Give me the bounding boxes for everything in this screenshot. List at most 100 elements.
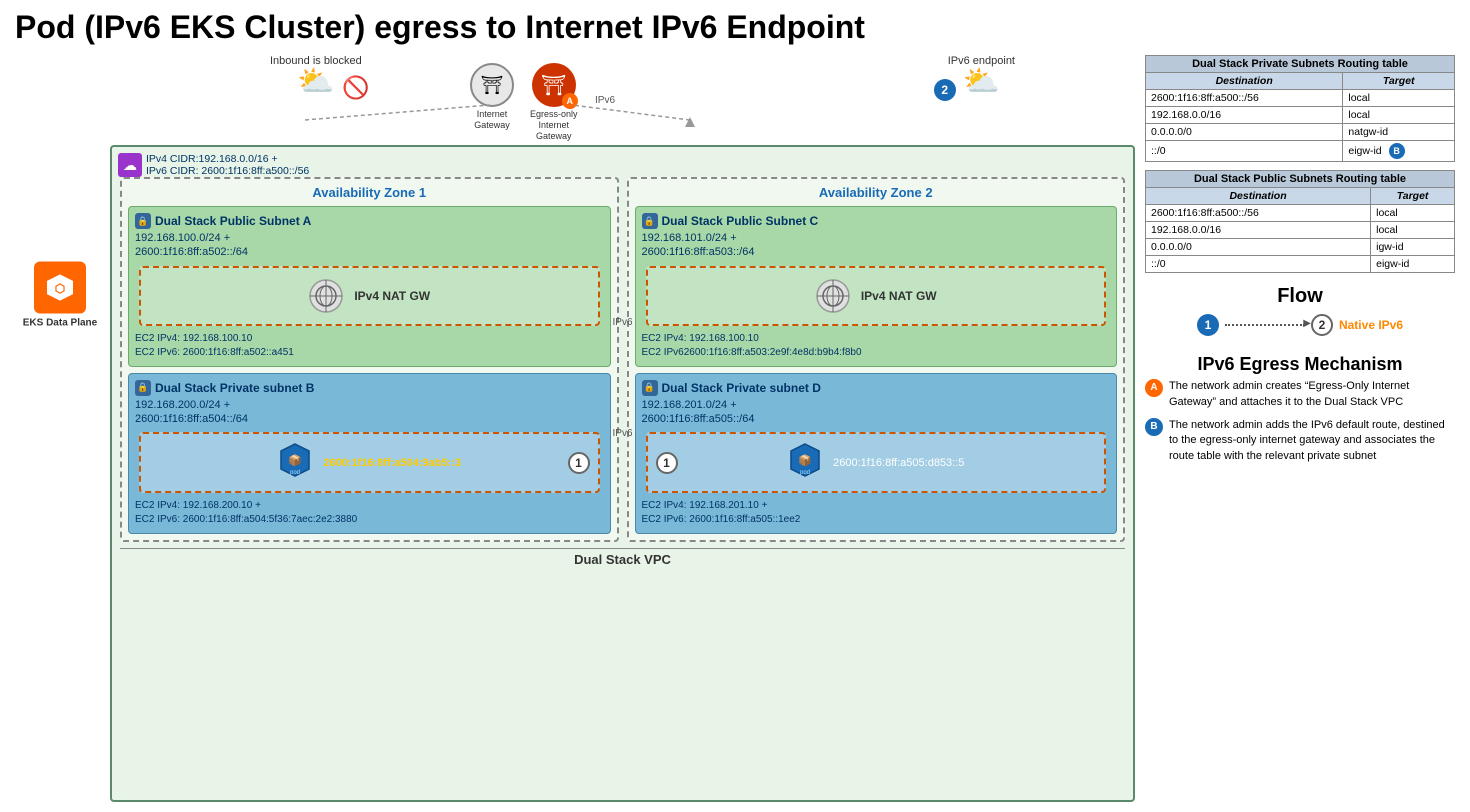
mechanism-item-a: A The network admin creates “Egress-Only… — [1145, 379, 1455, 410]
vpc-bottom-label: Dual Stack VPC — [120, 548, 1125, 567]
public-rt-row-0: 2600:1f16:8ff:a500::/56 local — [1146, 205, 1455, 222]
vpc-icon: ☁ — [118, 153, 142, 177]
ec2-public-c: EC2 IPv4: 192.168.100.10 EC2 IPv62600:1f… — [642, 332, 1111, 360]
eigw-label: Egress-onlyInternetGateway — [530, 109, 578, 141]
pod-ipv6-d: 2600:1f16:8ff:a505:d853::5 — [833, 457, 964, 469]
subnet-b-cidr: 192.168.200.0/24 + 2600:1f16:8ff:a504::/… — [135, 398, 604, 427]
nat-gw-label-a: IPv4 NAT GW — [354, 289, 430, 303]
vpc-ipv4: IPv4 CIDR:192.168.0.0/16 + — [146, 153, 309, 165]
private-rt-row-1: 192.168.0.0/16 local — [1146, 107, 1455, 124]
private-rt-row-2: 0.0.0.0/0 natgw-id — [1146, 124, 1455, 141]
page-title: Pod (IPv6 EKS Cluster) egress to Interne… — [15, 10, 1455, 45]
cloud-icon-left: ⛅ — [297, 67, 334, 97]
subnet-d-header: 🔒 Dual Stack Private subnet D — [642, 380, 1111, 396]
flow-step2: 2 — [1311, 314, 1333, 336]
router-svg-c — [815, 278, 851, 314]
subnet-a-name: Dual Stack Public Subnet A — [155, 214, 311, 228]
block-icon: 🚫 — [342, 75, 369, 101]
subnet-c-name: Dual Stack Public Subnet C — [662, 214, 819, 228]
lock-icon-b: 🔒 — [135, 380, 151, 396]
mechanism-text-a: The network admin creates “Egress-Only I… — [1169, 379, 1455, 410]
az1: Availability Zone 1 🔒 Dual Stack Public … — [120, 177, 619, 542]
subnet-a-header: 🔒 Dual Stack Public Subnet A — [135, 213, 604, 229]
router-svg-a — [308, 278, 344, 314]
flow-title: Flow — [1145, 285, 1455, 308]
vpc-box: ☁ IPv4 CIDR:192.168.0.0/16 + IPv6 CIDR: … — [110, 145, 1135, 802]
eks-data-plane: ⬡ EKS Data Plane — [15, 262, 105, 329]
inbound-cloud: Inbound is blocked ⛅ 🚫 — [270, 55, 362, 97]
subnet-a-cidr: 192.168.100.0/24 + 2600:1f16:8ff:a502::/… — [135, 231, 604, 260]
ipv6-top-label: IPv6 — [595, 95, 615, 106]
mechanism-text-b: The network admin adds the IPv6 default … — [1169, 418, 1455, 464]
flow-arrow — [1225, 324, 1305, 326]
egress-mechanism-title: IPv6 Egress Mechanism — [1145, 354, 1455, 375]
badge-a-label: A — [1145, 379, 1163, 397]
step1-badge-az2: 1 — [656, 452, 678, 474]
public-routing-table: Dual Stack Public Subnets Routing table … — [1145, 170, 1455, 273]
pod-box-d: 1 📦 pod 2600:1 — [646, 432, 1107, 493]
private-subnet-b: 🔒 Dual Stack Private subnet B 192.168.20… — [128, 373, 611, 535]
nat-gw-label-c: IPv4 NAT GW — [861, 289, 937, 303]
flow-type: Native IPv6 — [1339, 318, 1403, 332]
eks-text: EKS Data Plane — [23, 318, 97, 329]
nat-gw-c: IPv4 NAT GW — [646, 266, 1107, 326]
svg-text:⬡: ⬡ — [55, 282, 65, 296]
vpc-cidr: IPv4 CIDR:192.168.0.0/16 + IPv6 CIDR: 26… — [146, 153, 309, 177]
flow-step1: 1 — [1197, 314, 1219, 336]
egress-mechanism-section: IPv6 Egress Mechanism A The network admi… — [1145, 348, 1455, 472]
page: Pod (IPv6 EKS Cluster) egress to Interne… — [0, 0, 1470, 812]
badge-b-private-rt: B — [1389, 143, 1405, 159]
badge-b-label: B — [1145, 418, 1163, 436]
private-routing-table: Dual Stack Private Subnets Routing table… — [1145, 55, 1455, 162]
content-area: ⬡ EKS Data Plane Inbound is blocked ⛅ 🚫 … — [15, 55, 1455, 802]
public-rt-row-2: 0.0.0.0/0 igw-id — [1146, 239, 1455, 256]
public-rt-row-1: 192.168.0.0/16 local — [1146, 222, 1455, 239]
lock-icon-a: 🔒 — [135, 213, 151, 229]
cloud-icon-right: ⛅ — [963, 67, 1000, 97]
private-subnet-d: 🔒 Dual Stack Private subnet D 192.168.20… — [635, 373, 1118, 535]
pod-icon-a: 📦 pod — [277, 442, 313, 483]
az1-title: Availability Zone 1 — [128, 185, 611, 200]
svg-text:📦: 📦 — [289, 454, 303, 467]
igw-icon-wrap: ⛩ InternetGateway — [470, 63, 514, 131]
az-columns: Availability Zone 1 🔒 Dual Stack Public … — [120, 177, 1125, 542]
svg-text:pod: pod — [800, 470, 810, 476]
badge-a-eigw: A — [562, 93, 578, 109]
subnet-b-name: Dual Stack Private subnet B — [155, 381, 314, 395]
subnet-c-header: 🔒 Dual Stack Public Subnet C — [642, 213, 1111, 229]
right-panel: Dual Stack Private Subnets Routing table… — [1145, 55, 1455, 802]
subnet-d-name: Dual Stack Private subnet D — [662, 381, 821, 395]
pod-icon-d: 📦 pod — [787, 442, 823, 483]
private-rt-row-3: ::/0 eigw-id B — [1146, 141, 1455, 162]
subnet-d-cidr: 192.168.201.0/24 + 2600:1f16:8ff:a505::/… — [642, 398, 1111, 427]
eks-icon: ⬡ — [34, 262, 86, 314]
lock-icon-d: 🔒 — [642, 380, 658, 396]
igw-label: InternetGateway — [474, 109, 510, 131]
diagram-container: ⬡ EKS Data Plane Inbound is blocked ⛅ 🚫 … — [15, 55, 1135, 802]
flow-row: 1 2 Native IPv6 — [1145, 314, 1455, 336]
flow-section: Flow 1 2 Native IPv6 — [1145, 285, 1455, 340]
private-rt-row-0: 2600:1f16:8ff:a500::/56 local — [1146, 90, 1455, 107]
public-subnet-a: 🔒 Dual Stack Public Subnet A 192.168.100… — [128, 206, 611, 367]
svg-text:pod: pod — [290, 470, 300, 476]
igw-icon: ⛩ — [470, 63, 514, 107]
step2-badge-top: 2 — [934, 79, 956, 101]
svg-text:📦: 📦 — [798, 454, 812, 467]
public-subnet-c: 🔒 Dual Stack Public Subnet C 192.168.101… — [635, 206, 1118, 367]
ec2-public-a: EC2 IPv4: 192.168.100.10 EC2 IPv6: 2600:… — [135, 332, 604, 360]
mechanism-item-b: B The network admin adds the IPv6 defaul… — [1145, 418, 1455, 464]
nat-gw-a: IPv4 NAT GW — [139, 266, 600, 326]
pod-box-a: 📦 pod 2600:1f16:8ff:a504:9ab5::3 1 — [139, 432, 600, 493]
ec2-private-d: EC2 IPv4: 192.168.201.10 + EC2 IPv6: 260… — [642, 499, 1111, 527]
ipv6-endpoint-cloud: IPv6 endpoint ⛅ 2 — [948, 55, 1015, 97]
eigw-icon-wrap: ⛩ A Egress-onlyInternetGateway — [530, 63, 578, 141]
vpc-header: ☁ IPv4 CIDR:192.168.0.0/16 + IPv6 CIDR: … — [118, 153, 309, 177]
az2: Availability Zone 2 🔒 Dual Stack Public … — [627, 177, 1126, 542]
subnet-c-cidr: 192.168.101.0/24 + 2600:1f16:8ff:a503::/… — [642, 231, 1111, 260]
lock-icon-c: 🔒 — [642, 213, 658, 229]
top-section: Inbound is blocked ⛅ 🚫 IPv6 endpoint ⛅ 2… — [110, 55, 1135, 145]
subnet-b-header: 🔒 Dual Stack Private subnet B — [135, 380, 604, 396]
eigw-icon: ⛩ A — [532, 63, 576, 107]
az2-title: Availability Zone 2 — [635, 185, 1118, 200]
step1-badge-az1: 1 — [568, 452, 590, 474]
